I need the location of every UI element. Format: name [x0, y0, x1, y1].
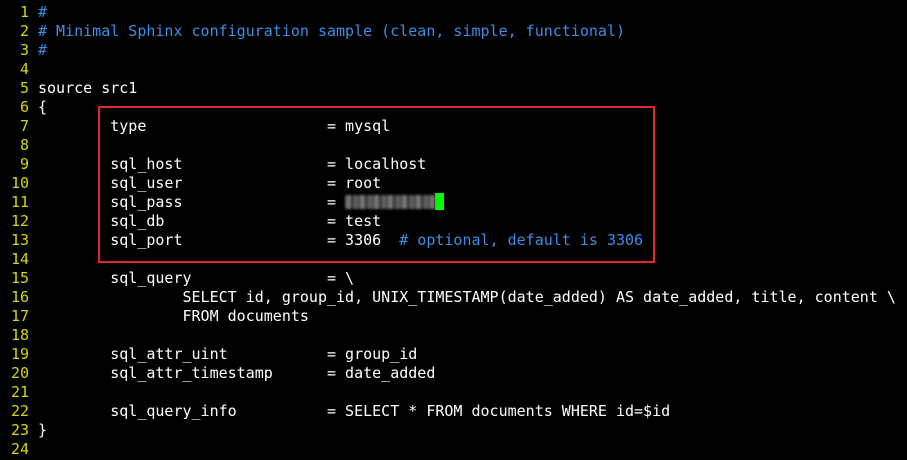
code-text: sql_query = \ — [38, 269, 354, 288]
code-line[interactable]: 2 # Minimal Sphinx configuration sample (… — [0, 22, 907, 41]
code-content: sql_db = test — [38, 212, 382, 230]
comment-text: # — [38, 3, 48, 21]
code-line[interactable]: 8 — [0, 136, 907, 155]
code-content: sql_query = \ — [38, 269, 355, 287]
line-number: 20 — [10, 364, 29, 382]
code-text: # Minimal Sphinx configuration sample (c… — [38, 22, 625, 41]
code-line[interactable]: 3 # — [0, 41, 907, 60]
line-number: 17 — [10, 307, 29, 325]
code-line[interactable]: 22 sql_query_info = SELECT * FROM docume… — [0, 402, 907, 421]
comment-text: # Minimal Sphinx configuration sample (c… — [38, 22, 625, 40]
code-line[interactable]: 9 sql_host = localhost — [0, 155, 907, 174]
code-text: sql_host = localhost — [38, 155, 426, 174]
code-line[interactable]: 14 — [0, 250, 907, 269]
code-text: # — [38, 41, 47, 60]
code-line[interactable]: 21 — [0, 383, 907, 402]
code-line[interactable]: 1 # — [0, 3, 907, 22]
code-line[interactable]: 20 sql_attr_timestamp = date_added — [0, 364, 907, 383]
line-number: 4 — [19, 60, 29, 78]
code-content: { — [38, 98, 48, 116]
code-line[interactable]: 24 — [0, 440, 907, 459]
line-number: 7 — [19, 117, 29, 135]
line-number: 23 — [10, 421, 29, 439]
code-content: sql_attr_uint = group_id — [38, 345, 418, 363]
code-content: sql_port = 3306 — [38, 231, 382, 249]
code-line[interactable]: 16 SELECT id, group_id, UNIX_TIMESTAMP(d… — [0, 288, 907, 307]
line-number: 18 — [10, 326, 29, 344]
line-number: 13 — [10, 231, 29, 249]
code-line[interactable]: 15 sql_query = \ — [0, 269, 907, 288]
code-text: sql_attr_uint = group_id — [38, 345, 417, 364]
code-line[interactable]: 6{ — [0, 98, 907, 117]
line-number: 2 — [19, 22, 29, 40]
line-number: 16 — [10, 288, 29, 306]
redacted-password — [345, 194, 436, 209]
code-content: sql_user = root — [38, 174, 382, 192]
code-text: sql_port = 3306 # optional, default is 3… — [38, 231, 643, 250]
code-line[interactable]: 13 sql_port = 3306 # optional, default i… — [0, 231, 907, 250]
line-number: 5 — [19, 79, 29, 97]
code-editor[interactable]: 1 #2 # Minimal Sphinx configuration sample… — [0, 3, 907, 459]
line-number: 24 — [10, 440, 29, 458]
code-content: FROM documents — [38, 307, 309, 325]
line-number: 8 — [19, 136, 29, 154]
line-number: 19 — [10, 345, 29, 363]
code-text: sql_db = test — [38, 212, 381, 231]
line-number: 6 — [19, 98, 29, 116]
line-number: 11 — [10, 193, 29, 211]
line-number: 14 — [10, 250, 29, 268]
code-text: } — [38, 421, 47, 440]
code-content: sql_pass = — [38, 193, 346, 211]
code-text: sql_attr_timestamp = date_added — [38, 364, 435, 383]
code-text: { — [38, 98, 47, 117]
code-line[interactable]: 23} — [0, 421, 907, 440]
code-text: sql_user = root — [38, 174, 381, 193]
code-line[interactable]: 11 sql_pass = — [0, 193, 907, 212]
code-content: SELECT id, group_id, UNIX_TIMESTAMP(date… — [38, 288, 896, 306]
code-line[interactable]: 5 source src1 — [0, 79, 907, 98]
code-content: sql_host = localhost — [38, 155, 427, 173]
comment-text: # — [38, 41, 48, 59]
code-text: SELECT id, group_id, UNIX_TIMESTAMP(date… — [38, 288, 896, 307]
code-text: sql_pass = — [38, 193, 445, 212]
code-text: source src1 — [38, 79, 137, 98]
code-line[interactable]: 7 type = mysql — [0, 117, 907, 136]
line-number: 15 — [10, 269, 29, 287]
text-cursor — [435, 193, 445, 210]
code-line[interactable]: 10 sql_user = root — [0, 174, 907, 193]
line-number: 9 — [19, 155, 29, 173]
inline-comment: # optional, default is 3306 — [381, 231, 644, 249]
code-text: FROM documents — [38, 307, 309, 326]
line-number: 1 — [19, 3, 29, 21]
code-text: # — [38, 3, 47, 22]
code-content: sql_attr_timestamp = date_added — [38, 364, 436, 382]
line-number: 22 — [10, 402, 29, 420]
code-line[interactable]: 4 — [0, 60, 907, 79]
line-number: 21 — [10, 383, 29, 401]
code-line[interactable]: 12 sql_db = test — [0, 212, 907, 231]
code-text: sql_query_info = SELECT * FROM documents… — [38, 402, 670, 421]
code-content: source src1 — [38, 79, 138, 97]
code-text: type = mysql — [38, 117, 390, 136]
line-number: 10 — [10, 174, 29, 192]
code-content: } — [38, 421, 48, 439]
code-line[interactable]: 19 sql_attr_uint = group_id — [0, 345, 907, 364]
code-line[interactable]: 17 FROM documents — [0, 307, 907, 326]
code-content: sql_query_info = SELECT * FROM documents… — [38, 402, 671, 420]
code-content: type = mysql — [38, 117, 391, 135]
line-number: 12 — [10, 212, 29, 230]
line-number: 3 — [19, 41, 29, 59]
code-line[interactable]: 18 — [0, 326, 907, 345]
